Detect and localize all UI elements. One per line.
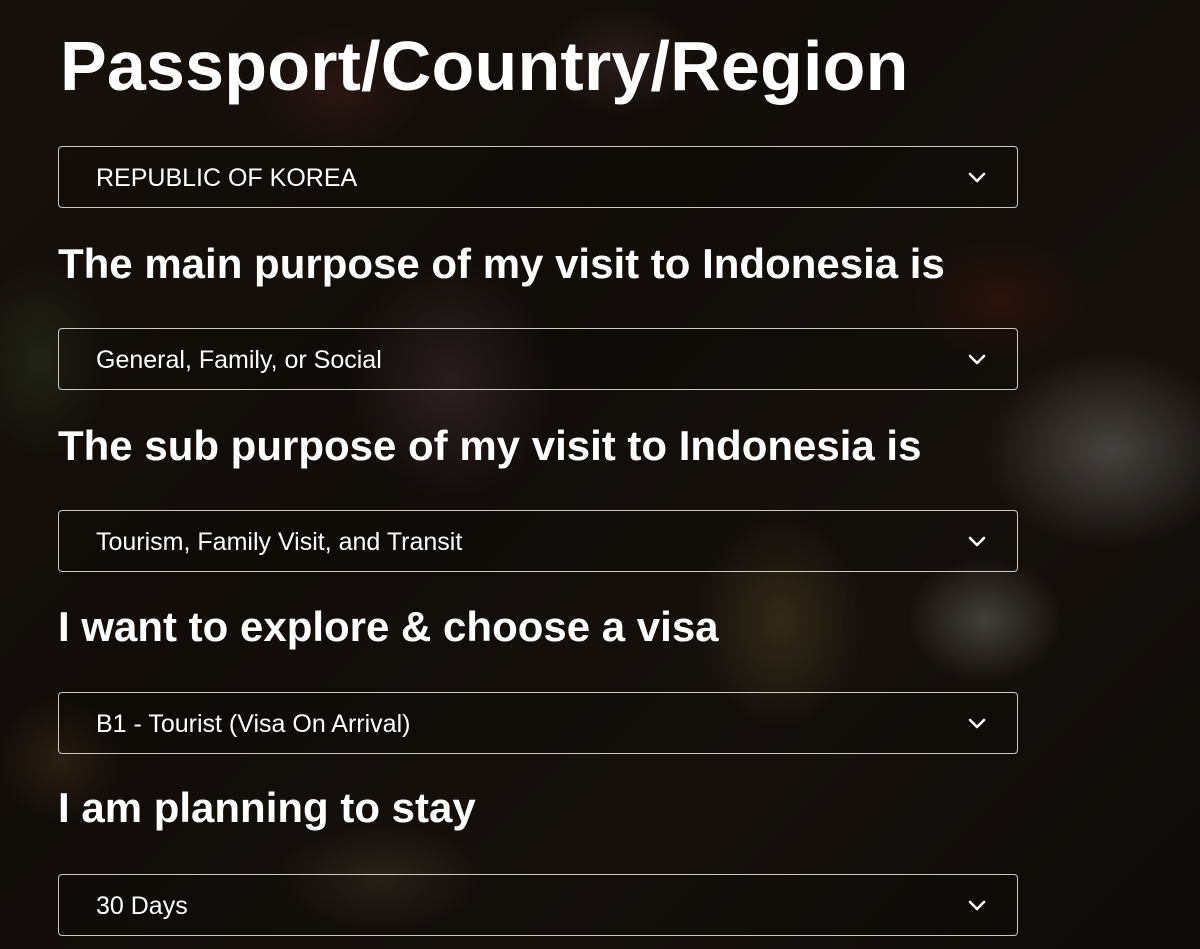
main-purpose-select[interactable]: General, Family, or Social: [58, 328, 1018, 390]
visa-select[interactable]: B1 - Tourist (Visa On Arrival): [58, 692, 1018, 754]
main-purpose-value: General, Family, or Social: [96, 346, 382, 374]
sub-purpose-label: The sub purpose of my visit to Indonesia…: [58, 422, 922, 469]
stay-duration-value: 30 Days: [96, 892, 188, 920]
sub-purpose-select[interactable]: Tourism, Family Visit, and Transit: [58, 510, 1018, 572]
visa-value: B1 - Tourist (Visa On Arrival): [96, 710, 411, 738]
chevron-down-icon: [968, 354, 986, 365]
stay-duration-label: I am planning to stay: [58, 784, 476, 831]
page-title: Passport/Country/Region: [60, 27, 909, 105]
main-purpose-label: The main purpose of my visit to Indonesi…: [58, 240, 945, 287]
stay-duration-select[interactable]: 30 Days: [58, 874, 1018, 936]
passport-country-select[interactable]: REPUBLIC OF KOREA: [58, 146, 1018, 208]
chevron-down-icon: [968, 172, 986, 183]
chevron-down-icon: [968, 718, 986, 729]
chevron-down-icon: [968, 536, 986, 547]
sub-purpose-value: Tourism, Family Visit, and Transit: [96, 528, 463, 556]
passport-country-value: REPUBLIC OF KOREA: [96, 164, 358, 192]
visa-choice-label: I want to explore & choose a visa: [58, 603, 719, 650]
chevron-down-icon: [968, 900, 986, 911]
